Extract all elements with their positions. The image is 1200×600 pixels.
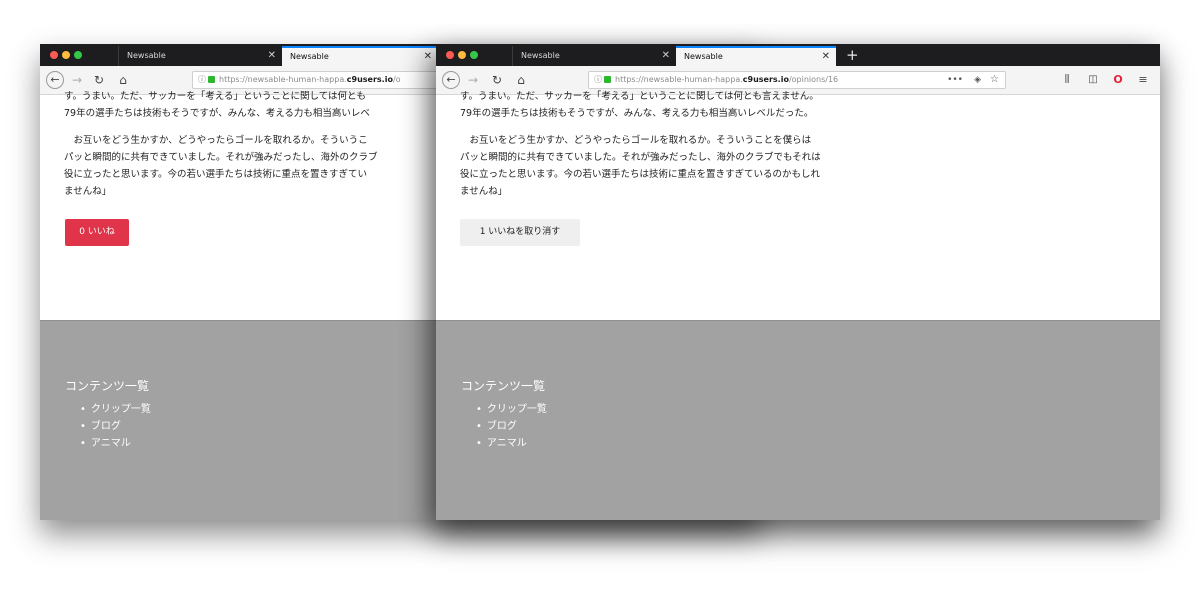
- forward-icon[interactable]: →: [466, 71, 480, 89]
- sidebar-icon[interactable]: ◫: [1086, 71, 1100, 89]
- article-line: 79年の選手たちは技術もそうですが、みんな、考える力も相当高いレベルだった。: [460, 108, 814, 119]
- tab-close-icon[interactable]: ✕: [822, 48, 830, 66]
- footer-links: クリップ一覧 ブログ アニマル: [80, 401, 151, 452]
- pocket-icon[interactable]: ◈: [974, 72, 981, 88]
- new-tab-button[interactable]: +: [846, 46, 859, 64]
- tab-newsable-2[interactable]: Newsable ✕: [676, 46, 836, 66]
- url-prefix: https://newsable-human-happa.: [615, 75, 743, 84]
- home-icon[interactable]: ⌂: [514, 71, 528, 89]
- tab-close-icon[interactable]: ✕: [662, 46, 670, 66]
- back-icon[interactable]: ←: [46, 71, 64, 89]
- footer-link-blog[interactable]: ブログ: [80, 418, 151, 435]
- footer-link-clips[interactable]: クリップ一覧: [476, 401, 547, 418]
- lock-icon: [604, 76, 611, 83]
- url-prefix: https://newsable-human-happa.: [219, 75, 347, 84]
- site-footer: コンテンツ一覧 クリップ一覧 ブログ アニマル: [436, 321, 1160, 520]
- url-domain: c9users.io: [742, 75, 789, 84]
- tab-newsable-1[interactable]: Newsable ✕: [118, 46, 282, 66]
- article-line: ませんね」: [460, 186, 508, 197]
- article-line: ませんね」: [64, 186, 112, 197]
- article-line: 役に立ったと思います。今の若い選手たちは技術に重点を置きすぎているのかもしれ: [460, 169, 821, 180]
- url-domain: c9users.io: [346, 75, 393, 84]
- tab-title: Newsable: [290, 52, 329, 61]
- more-icon[interactable]: •••: [947, 72, 963, 88]
- opera-icon[interactable]: O: [1111, 71, 1125, 89]
- url-path: /o: [392, 75, 401, 84]
- article-line: す。うまい。ただ、サッカーを「考える」ということに関しては何とも: [64, 91, 367, 102]
- like-button[interactable]: 0 いいね: [65, 219, 129, 246]
- back-icon[interactable]: ←: [442, 71, 460, 89]
- footer-link-blog[interactable]: ブログ: [476, 418, 547, 435]
- tab-close-icon[interactable]: ✕: [424, 48, 432, 66]
- maximize-window-button[interactable]: [74, 51, 82, 59]
- close-window-button[interactable]: [446, 51, 454, 59]
- library-icon[interactable]: ⫼: [1060, 71, 1074, 89]
- tab-newsable-1[interactable]: Newsable ✕: [512, 46, 676, 66]
- unlike-button[interactable]: 1 いいねを取り消す: [460, 219, 580, 246]
- tab-newsable-2[interactable]: Newsable ✕: [282, 46, 438, 66]
- article-line: お互いをどう生かすか、どうやったらゴールを取れるか。そういうことを僕らは: [460, 135, 812, 146]
- footer-title: コンテンツ一覧: [65, 379, 150, 393]
- tab-title: Newsable: [127, 51, 166, 60]
- home-icon[interactable]: ⌂: [116, 71, 130, 89]
- menu-icon[interactable]: ≡: [1136, 71, 1150, 89]
- bookmark-star-icon[interactable]: ☆: [990, 72, 999, 88]
- reload-icon[interactable]: ↻: [92, 71, 106, 89]
- minimize-window-button[interactable]: [458, 51, 466, 59]
- reload-icon[interactable]: ↻: [490, 71, 504, 89]
- tab-title: Newsable: [684, 52, 723, 61]
- article-content: す。うまい。ただ、サッカーを「考える」ということに関しては何とも言えません。 7…: [436, 91, 1160, 321]
- info-icon[interactable]: ⓘ: [594, 72, 602, 88]
- footer-link-animal[interactable]: アニマル: [476, 435, 547, 452]
- tab-title: Newsable: [521, 51, 560, 60]
- url-bar[interactable]: ⓘ https://newsable-human-happa.c9users.io…: [588, 71, 1006, 89]
- article-line: パッと瞬間的に共有できていました。それが強みだったし、海外のクラブでもそれは: [460, 152, 821, 163]
- article-line: パッと瞬間的に共有できていました。それが強みだったし、海外のクラブ: [64, 152, 378, 163]
- footer-title: コンテンツ一覧: [461, 379, 546, 393]
- browser-window-after: Newsable ✕ Newsable ✕ + ← → ↻ ⌂ ⓘ https:/…: [436, 44, 1160, 520]
- article-line: 79年の選手たちは技術もそうですが、みんな、考える力も相当高いレベ: [64, 108, 370, 119]
- tab-close-icon[interactable]: ✕: [268, 46, 276, 66]
- forward-icon[interactable]: →: [70, 71, 84, 89]
- article-line: お互いをどう生かすか、どうやったらゴールを取れるか。そういうこ: [64, 135, 368, 146]
- close-window-button[interactable]: [50, 51, 58, 59]
- footer-link-clips[interactable]: クリップ一覧: [80, 401, 151, 418]
- footer-links: クリップ一覧 ブログ アニマル: [476, 401, 547, 452]
- article-line: す。うまい。ただ、サッカーを「考える」ということに関しては何とも言えません。: [460, 91, 819, 102]
- info-icon[interactable]: ⓘ: [198, 72, 206, 88]
- tab-bar: Newsable ✕ Newsable ✕ +: [436, 44, 1160, 66]
- minimize-window-button[interactable]: [62, 51, 70, 59]
- maximize-window-button[interactable]: [470, 51, 478, 59]
- article-line: 役に立ったと思います。今の若い選手たちは技術に重点を置きすぎてい: [64, 169, 368, 180]
- url-path: /opinions/16: [788, 75, 839, 84]
- footer-link-animal[interactable]: アニマル: [80, 435, 151, 452]
- lock-icon: [208, 76, 215, 83]
